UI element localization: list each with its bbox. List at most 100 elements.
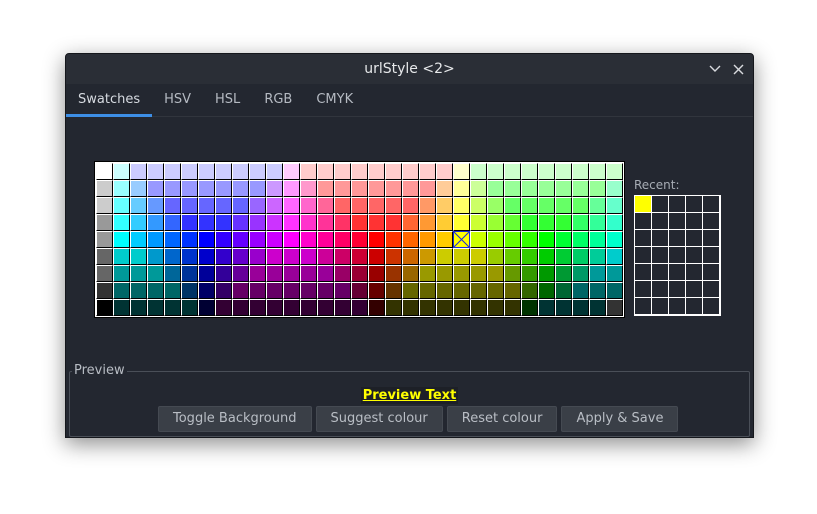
recent-color-slot[interactable] [703,196,720,213]
color-swatch[interactable] [538,231,555,248]
apply-save-button[interactable]: Apply & Save [561,406,679,432]
color-swatch[interactable] [317,248,334,265]
recent-color-slot[interactable] [703,264,720,281]
minimize-button[interactable] [705,59,725,79]
color-swatch[interactable] [368,231,385,248]
color-swatch[interactable] [504,231,521,248]
color-swatch[interactable] [215,248,232,265]
color-swatch[interactable] [572,299,589,316]
color-swatch[interactable] [96,282,113,299]
tab-hsv[interactable]: HSV [152,84,203,116]
color-swatch[interactable] [368,299,385,316]
color-swatch[interactable] [300,197,317,214]
color-swatch[interactable] [181,265,198,282]
color-swatch[interactable] [283,299,300,316]
color-swatch[interactable] [572,248,589,265]
color-swatch[interactable] [538,248,555,265]
color-swatch[interactable] [164,180,181,197]
color-swatch[interactable] [351,231,368,248]
recent-color-slot[interactable] [652,213,669,230]
color-swatch[interactable] [283,248,300,265]
color-swatch[interactable] [181,231,198,248]
color-swatch[interactable] [555,231,572,248]
color-swatch[interactable] [589,265,606,282]
recent-color-slot[interactable] [635,213,652,230]
color-swatch[interactable] [334,231,351,248]
color-swatch[interactable] [538,197,555,214]
color-swatch[interactable] [334,282,351,299]
color-swatch[interactable] [385,197,402,214]
color-swatch[interactable] [334,265,351,282]
toggle-background-button[interactable]: Toggle Background [158,406,312,432]
color-swatch[interactable] [572,265,589,282]
color-swatch[interactable] [317,282,334,299]
color-swatch[interactable] [96,180,113,197]
color-swatch[interactable] [487,299,504,316]
color-swatch[interactable] [317,265,334,282]
color-swatch[interactable] [266,231,283,248]
color-swatch[interactable] [368,265,385,282]
color-swatch[interactable] [198,248,215,265]
color-swatch[interactable] [164,265,181,282]
color-swatch[interactable] [249,282,266,299]
color-swatch[interactable] [198,231,215,248]
color-swatch[interactable] [317,197,334,214]
recent-color-slot[interactable] [635,264,652,281]
recent-color-slot[interactable] [686,281,703,298]
color-swatch[interactable] [249,214,266,231]
color-swatch[interactable] [453,214,470,231]
color-swatch[interactable] [368,180,385,197]
title-bar[interactable]: urlStyle <2> [66,54,753,84]
color-swatch[interactable] [555,299,572,316]
color-swatch[interactable] [215,197,232,214]
color-swatch[interactable] [470,163,487,180]
color-swatch[interactable] [436,248,453,265]
color-swatch[interactable] [300,265,317,282]
color-swatch[interactable] [334,163,351,180]
color-swatch[interactable] [351,248,368,265]
color-swatch[interactable] [232,299,249,316]
color-swatch[interactable] [181,197,198,214]
recent-color-slot[interactable] [669,264,686,281]
color-swatch[interactable] [504,163,521,180]
color-swatch[interactable] [606,282,623,299]
color-swatch[interactable] [368,214,385,231]
color-swatch[interactable] [385,299,402,316]
color-swatch[interactable] [453,197,470,214]
color-swatch[interactable] [487,197,504,214]
color-swatch[interactable] [130,180,147,197]
color-swatch[interactable] [470,231,487,248]
color-swatch[interactable] [419,299,436,316]
color-swatch[interactable] [555,214,572,231]
color-swatch[interactable] [130,197,147,214]
color-swatch[interactable] [572,231,589,248]
color-swatch[interactable] [198,282,215,299]
color-swatch[interactable] [317,231,334,248]
color-swatch[interactable] [351,299,368,316]
color-swatch[interactable] [215,299,232,316]
color-swatch[interactable] [181,214,198,231]
color-swatch[interactable] [181,180,198,197]
color-swatch[interactable] [538,282,555,299]
recent-color-slot[interactable] [703,298,720,315]
color-swatch[interactable] [589,282,606,299]
color-swatch[interactable] [351,180,368,197]
color-swatch[interactable] [147,214,164,231]
color-swatch[interactable] [266,163,283,180]
color-swatch[interactable] [96,248,113,265]
tab-hsl[interactable]: HSL [203,84,252,116]
color-swatch[interactable] [232,248,249,265]
tab-rgb[interactable]: RGB [252,84,304,116]
recent-color-slot[interactable] [669,281,686,298]
color-swatch[interactable] [317,214,334,231]
color-swatch[interactable] [402,265,419,282]
color-swatch[interactable] [555,163,572,180]
color-swatch[interactable] [606,265,623,282]
color-swatch[interactable] [470,282,487,299]
color-swatch[interactable] [589,197,606,214]
color-swatch[interactable] [470,214,487,231]
color-swatch[interactable] [504,180,521,197]
color-swatch[interactable] [215,180,232,197]
color-swatch[interactable] [504,299,521,316]
color-swatch[interactable] [402,180,419,197]
